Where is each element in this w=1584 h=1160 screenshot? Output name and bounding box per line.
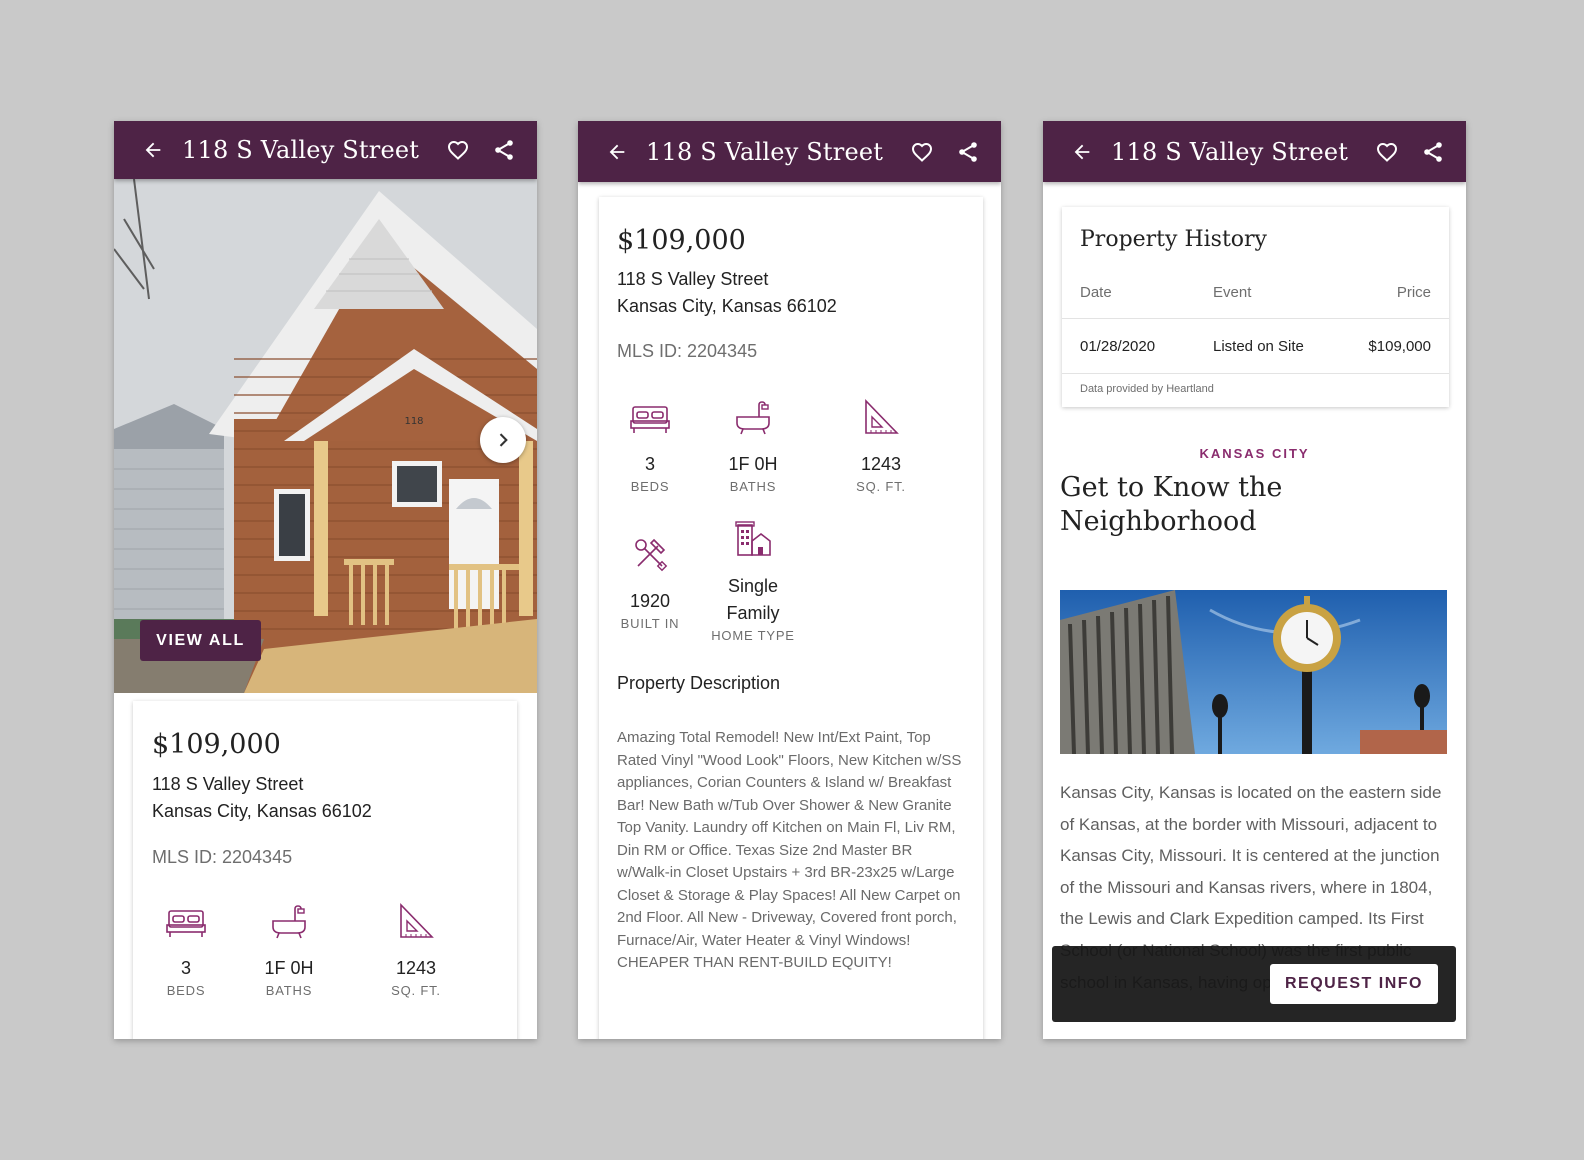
baths-label: BATHS	[265, 983, 313, 998]
stat-built-in: 1920 BUILT IN	[605, 532, 695, 631]
buildings-icon	[708, 517, 798, 557]
app-bar-title: 118 S Valley Street	[182, 136, 420, 164]
listing-price: $109,000	[617, 225, 746, 256]
mls-id: MLS ID: 2204345	[617, 341, 758, 361]
share-icon[interactable]	[1420, 139, 1446, 165]
stat-home-type: Single Family HOME TYPE	[708, 517, 798, 643]
bathtub-icon	[708, 395, 798, 435]
sqft-label: SQ. FT.	[391, 983, 441, 998]
history-col-event: Event	[1213, 284, 1252, 301]
history-title: Property History	[1080, 227, 1267, 252]
home-type-label: HOME TYPE	[711, 628, 795, 643]
bed-icon	[605, 395, 695, 435]
share-icon[interactable]	[955, 139, 981, 165]
back-arrow-icon[interactable]	[605, 140, 629, 164]
listing-price: $109,000	[152, 729, 281, 760]
address-line-2: Kansas City, Kansas 66102	[617, 296, 837, 316]
back-arrow-icon[interactable]	[141, 138, 165, 162]
stat-sqft: 1243 SQ. FT.	[836, 395, 926, 494]
chevron-right-icon	[499, 433, 508, 447]
address-line-1: 118 S Valley Street	[152, 774, 304, 794]
baths-label: BATHS	[729, 479, 777, 494]
view-all-button[interactable]: VIEW ALL	[140, 620, 261, 661]
history-col-price: Price	[1396, 284, 1431, 301]
neighborhood-title-line1: Get to Know the	[1060, 472, 1283, 503]
favorite-heart-icon[interactable]	[445, 137, 471, 163]
baths-value: 1F 0H	[728, 454, 778, 474]
description-text: Amazing Total Remodel! New Int/Ext Paint…	[617, 729, 962, 971]
description-title: Property Description	[617, 673, 781, 693]
listing-detail-card: $109,000 118 S Valley Street Kansas City…	[599, 197, 983, 1039]
beds-label: BEDS	[166, 983, 206, 998]
set-square-icon	[371, 899, 461, 939]
built-label: BUILT IN	[620, 616, 680, 631]
beds-value: 3	[644, 454, 655, 474]
neighborhood-photo	[1060, 590, 1447, 754]
stat-sqft: 1243 SQ. FT.	[371, 899, 461, 998]
request-info-bar: REQUEST INFO	[1052, 946, 1456, 1022]
beds-value: 3	[180, 958, 191, 978]
property-history-card: Property History Date Event Price 01/28/…	[1062, 207, 1449, 407]
stat-beds: 3 BEDS	[141, 899, 231, 998]
sqft-label: SQ. FT.	[856, 479, 906, 494]
built-value: 1920	[629, 591, 671, 611]
history-row-price: $109,000	[1368, 338, 1431, 355]
set-square-icon	[836, 395, 926, 435]
next-photo-button[interactable]	[480, 417, 526, 463]
sqft-value: 1243	[395, 958, 437, 978]
stat-baths: 1F 0H BATHS	[244, 899, 334, 998]
neighborhood-title-line2: Neighborhood	[1060, 506, 1257, 537]
listing-summary-card: $109,000 118 S Valley Street Kansas City…	[133, 701, 517, 1039]
app-bar-title: 118 S Valley Street	[646, 137, 884, 166]
favorite-heart-icon[interactable]	[1374, 139, 1400, 165]
request-info-button[interactable]: REQUEST INFO	[1270, 964, 1438, 1004]
app-bar-title: 118 S Valley Street	[1111, 137, 1349, 166]
bathtub-icon	[244, 899, 334, 939]
home-type-value-line2: Family	[726, 603, 780, 623]
history-row-event: Listed on Site	[1213, 338, 1304, 355]
bed-icon	[141, 899, 231, 939]
divider	[1062, 373, 1449, 374]
stat-baths: 1F 0H BATHS	[708, 395, 798, 494]
phone-screen-gallery: 118 S Valley Street 118 VIEW ALL $109,00…	[114, 121, 537, 1039]
phone-screen-neighborhood: 118 S Valley Street Property History Dat…	[1043, 121, 1466, 1039]
address-line-1: 118 S Valley Street	[617, 269, 769, 289]
share-icon[interactable]	[491, 137, 517, 163]
address-line-2: Kansas City, Kansas 66102	[152, 801, 372, 821]
stat-beds: 3 BEDS	[605, 395, 695, 494]
back-arrow-icon[interactable]	[1070, 140, 1094, 164]
app-bar: 118 S Valley Street	[1043, 121, 1466, 182]
baths-value: 1F 0H	[264, 958, 314, 978]
favorite-heart-icon[interactable]	[909, 139, 935, 165]
history-source: Data provided by Heartland	[1080, 383, 1214, 395]
history-row-date: 01/28/2020	[1080, 338, 1156, 355]
app-bar: 118 S Valley Street	[578, 121, 1001, 182]
mls-id: MLS ID: 2204345	[152, 847, 293, 867]
app-bar: 118 S Valley Street	[114, 121, 537, 179]
sqft-value: 1243	[860, 454, 902, 474]
history-col-date: Date	[1080, 284, 1112, 301]
neighborhood-title: Get to Know the Neighborhood	[1060, 471, 1360, 539]
beds-label: BEDS	[630, 479, 670, 494]
house-photo[interactable]: 118	[114, 179, 537, 693]
phone-screen-details: 118 S Valley Street $109,000 118 S Valle…	[578, 121, 1001, 1039]
divider	[1062, 318, 1449, 319]
house-number: 118	[404, 416, 423, 427]
neighborhood-city-label: KANSAS CITY	[1199, 446, 1310, 461]
home-type-value-line1: Single	[727, 576, 779, 596]
hammer-wrench-icon	[605, 532, 695, 572]
